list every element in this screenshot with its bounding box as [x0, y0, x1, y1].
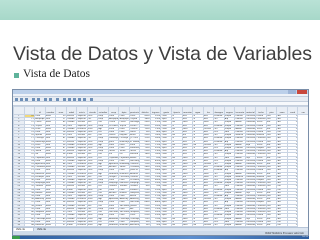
column-header[interactable]: tipoviv	[170, 106, 183, 115]
column-header[interactable]: distrito	[139, 106, 151, 115]
bullet-square-icon	[14, 73, 19, 78]
column-header[interactable]: gasto	[160, 106, 172, 115]
column-header-row: id nombre sexo edad estciv nivedu estudios ocup…	[13, 106, 308, 115]
column-header[interactable]: sexo	[55, 106, 67, 115]
data-table: id nombre sexo edad estciv nivedu estudios ocup…	[13, 106, 308, 227]
goto-case-icon[interactable]	[44, 98, 47, 101]
data-grid: id nombre sexo edad estciv nivedu estudios ocup…	[13, 106, 308, 227]
column-header[interactable]: provincia	[128, 106, 141, 115]
bullet-text: Vista de Datos	[23, 68, 91, 80]
column-header[interactable]: nombre	[44, 106, 57, 115]
column-header[interactable]: ocup	[107, 106, 120, 115]
row-number-header[interactable]	[13, 106, 25, 115]
column-header[interactable]: conexion	[181, 106, 194, 115]
select-cases-icon[interactable]	[83, 98, 86, 101]
spss-data-editor-window: id nombre sexo edad estciv nivedu estudios ocup…	[12, 89, 309, 236]
column-header[interactable]: estciv	[76, 106, 88, 115]
column-header[interactable]: dpto	[118, 106, 130, 115]
column-header[interactable]: id	[34, 106, 46, 115]
find-icon[interactable]	[56, 98, 59, 101]
column-header[interactable]: luz	[202, 106, 215, 115]
column-header[interactable]: seguro	[223, 106, 236, 115]
print-icon[interactable]	[25, 98, 28, 101]
redo-icon[interactable]	[37, 98, 40, 101]
column-header[interactable]: agua	[192, 106, 204, 115]
slide-title: Vista de Datos y Vista de Variables	[13, 43, 312, 65]
column-header[interactable]: tenencia	[234, 106, 246, 115]
column-header[interactable]: zona	[276, 106, 288, 115]
weight-cases-icon[interactable]	[78, 98, 81, 101]
column-header[interactable]: cond	[286, 106, 299, 115]
value-labels-icon[interactable]	[90, 98, 93, 101]
column-header[interactable]: ingreso	[149, 106, 162, 115]
column-header[interactable]: desague	[213, 106, 225, 115]
windows-taskbar: 16:12	[12, 236, 309, 239]
column-header[interactable]: techo	[255, 106, 267, 115]
tray-clock: 16:12	[302, 236, 308, 238]
open-file-icon[interactable]	[15, 98, 18, 101]
variables-icon[interactable]	[49, 98, 52, 101]
slide-top-band	[0, 0, 320, 20]
undo-icon[interactable]	[32, 98, 35, 101]
column-header[interactable]: estudios	[97, 106, 109, 115]
split-file-icon[interactable]	[73, 98, 76, 101]
column-header[interactable]	[23, 106, 36, 115]
column-header[interactable]: var	[297, 106, 308, 115]
column-header[interactable]: material	[244, 106, 257, 115]
insert-variable-icon[interactable]	[68, 98, 71, 101]
save-icon[interactable]	[20, 98, 23, 101]
column-header[interactable]: edad	[65, 106, 78, 115]
start-button[interactable]	[12, 236, 20, 239]
column-header[interactable]: piso	[265, 106, 278, 115]
insert-cases-icon[interactable]	[63, 98, 66, 101]
column-header[interactable]: nivedu	[86, 106, 99, 115]
